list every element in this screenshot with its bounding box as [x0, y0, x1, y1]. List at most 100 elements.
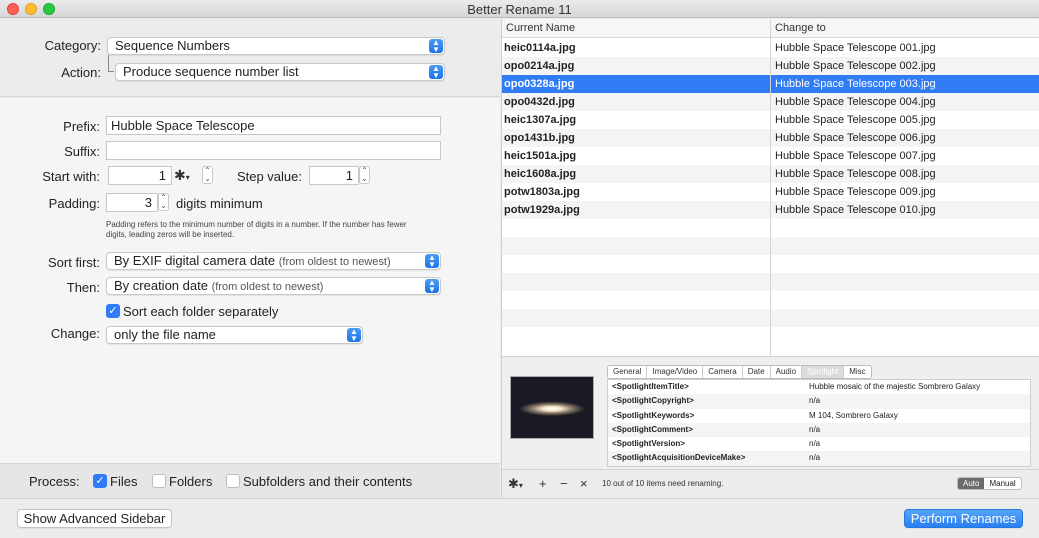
change-to-cell: Hubble Space Telescope 002.jpg: [775, 60, 936, 72]
gear-icon[interactable]: ✱▾: [508, 476, 523, 492]
preview-pane: Current Name Change to heic0114a.jpg Hubb…: [501, 19, 1039, 498]
start-label: Start with:: [42, 169, 100, 184]
current-name-cell: heic1608a.jpg: [504, 168, 577, 180]
tab-audio[interactable]: Audio: [771, 366, 803, 378]
bottom-bar: Show Advanced Sidebar Perform Renames: [0, 498, 1039, 538]
prefix-field[interactable]: Hubble Space Telescope: [106, 116, 441, 135]
category-label: Category:: [44, 38, 101, 53]
auto-manual-toggle: Auto Manual: [957, 477, 1022, 490]
gear-menu-icon[interactable]: ✱▾: [174, 166, 190, 187]
current-name-cell: potw1803a.jpg: [504, 186, 580, 198]
metadata-value: n/a: [809, 424, 821, 434]
padding-note-line1: Padding refers to the minimum number of …: [106, 220, 407, 229]
padding-stepper[interactable]: ⌃ ⌄: [158, 193, 169, 211]
sort-folder-checkbox[interactable]: ✓: [106, 304, 120, 318]
category-popup[interactable]: Sequence Numbers ▲ ▼: [107, 37, 445, 55]
metadata-panel: General Image/Video Camera Date Audio Spotlig…: [502, 356, 1039, 469]
then-popup[interactable]: By creation date (from oldest to newest)…: [106, 277, 441, 295]
tab-imagevideo[interactable]: Image/Video: [647, 366, 704, 378]
chevron-updown-icon: ▲ ▼: [425, 279, 439, 294]
tab-date[interactable]: Date: [743, 366, 771, 378]
tab-camera[interactable]: Camera: [703, 366, 743, 378]
start-field[interactable]: 1: [108, 166, 172, 185]
process-files-checkbox[interactable]: ✓: [93, 474, 107, 488]
list-footer: ✱▾ + − × 10 out of 10 items need renamin…: [502, 469, 1039, 498]
then-label: Then:: [66, 280, 100, 295]
change-to-cell: Hubble Space Telescope 006.jpg: [775, 132, 936, 144]
current-name-cell: opo0432d.jpg: [504, 96, 575, 108]
action-connector: [108, 55, 114, 72]
padding-note: Padding refers to the minimum number of …: [106, 220, 407, 240]
current-name-cell: opo0214a.jpg: [504, 60, 575, 72]
start-stepper[interactable]: ⌃ ⌄: [202, 166, 213, 184]
process-files-label: Files: [110, 474, 138, 489]
metadata-tabs: General Image/Video Camera Date Audio Spotlig…: [607, 365, 872, 379]
current-name-cell: heic0114a.jpg: [504, 42, 576, 54]
column-change-to[interactable]: Change to: [771, 19, 826, 38]
perform-renames-button[interactable]: Perform Renames: [904, 509, 1023, 528]
step-field[interactable]: 1: [309, 166, 359, 185]
image-thumbnail: [510, 376, 594, 439]
process-subfolders-checkbox[interactable]: [226, 474, 240, 488]
padding-note-line2: digits, leading zeros will be inserted.: [106, 230, 235, 239]
change-to-cell: Hubble Space Telescope 010.jpg: [775, 204, 936, 216]
metadata-row: <SpotlightAcquisitionDeviceMake> n/a: [608, 451, 1030, 466]
action-label: Action:: [61, 65, 101, 80]
tab-misc[interactable]: Misc: [844, 366, 870, 378]
sort-folder-label: Sort each folder separately: [123, 304, 279, 319]
step-stepper[interactable]: ⌃ ⌄: [359, 166, 370, 184]
suffix-label: Suffix:: [64, 144, 100, 159]
padding-field[interactable]: 3: [106, 193, 158, 212]
process-folders-checkbox[interactable]: [152, 474, 166, 488]
process-subfolders-label: Subfolders and their contents: [243, 474, 413, 489]
sort-first-popup[interactable]: By EXIF digital camera date (from oldest…: [106, 252, 441, 270]
options-section: Prefix: Hubble Space Telescope Suffix: S…: [0, 98, 500, 463]
status-text: 10 out of 10 items need renaming.: [602, 479, 724, 488]
sort-first-sub: (from oldest to newest): [278, 256, 391, 268]
remove-icon[interactable]: −: [560, 476, 568, 491]
category-section: Category: Sequence Numbers ▲ ▼ Action: Pr…: [0, 19, 500, 97]
metadata-row: <SpotlightCopyright> n/a: [608, 394, 1030, 409]
add-icon[interactable]: +: [539, 476, 547, 491]
metadata-key: <SpotlightVersion>: [612, 439, 685, 449]
process-section: Process: ✓ Files Folders Subfolders and …: [0, 463, 500, 498]
current-name-cell: opo1431b.jpg: [504, 132, 575, 144]
change-to-cell: Hubble Space Telescope 005.jpg: [775, 114, 936, 126]
current-name-cell: heic1307a.jpg: [504, 114, 577, 126]
suffix-field[interactable]: [106, 141, 441, 160]
step-label: Step value:: [236, 169, 302, 184]
metadata-value: Hubble mosaic of the majestic Sombrero G…: [809, 382, 981, 391]
column-divider[interactable]: [770, 19, 771, 356]
change-popup[interactable]: only the file name ▲ ▼: [106, 326, 363, 344]
current-name-cell: opo0328a.jpg: [504, 78, 575, 90]
metadata-key: <SpotlightCopyright>: [612, 396, 694, 406]
metadata-row: <SpotlightItemTitle> Hubble mosaic of the…: [608, 380, 1030, 394]
change-to-cell: Hubble Space Telescope 007.jpg: [775, 150, 936, 162]
sort-first-value: By EXIF digital camera date: [114, 253, 276, 268]
change-label: Change:: [50, 326, 100, 341]
metadata-key: <SpotlightKeywords>: [612, 410, 695, 420]
tab-spotlight[interactable]: Spotlight: [802, 366, 845, 378]
show-advanced-sidebar-button[interactable]: Show Advanced Sidebar: [17, 509, 172, 528]
clear-icon[interactable]: ×: [580, 476, 588, 491]
change-value: only the file name: [114, 327, 216, 342]
then-value: By creation date: [114, 278, 208, 293]
process-folders-label: Folders: [169, 474, 213, 489]
metadata-value: n/a: [809, 453, 821, 463]
action-value: Produce sequence number list: [123, 64, 299, 79]
metadata-key: <SpotlightAcquisitionDeviceMake>: [612, 453, 746, 463]
metadata-row: <SpotlightKeywords> M 104, Sombrero Galax…: [608, 409, 1030, 423]
auto-option[interactable]: Auto: [958, 478, 985, 489]
tab-general[interactable]: General: [608, 366, 648, 378]
metadata-table: <SpotlightItemTitle> Hubble mosaic of the…: [607, 379, 1031, 467]
process-label: Process:: [29, 474, 80, 489]
change-to-cell: Hubble Space Telescope 008.jpg: [775, 168, 936, 180]
column-current-name[interactable]: Current Name: [502, 19, 575, 38]
action-popup[interactable]: Produce sequence number list ▲ ▼: [115, 63, 445, 81]
chevron-updown-icon: ▲ ▼: [347, 328, 361, 343]
metadata-value: M 104, Sombrero Galaxy: [809, 410, 898, 420]
manual-option[interactable]: Manual: [984, 478, 1020, 489]
prefix-label: Prefix:: [63, 119, 100, 134]
metadata-key: <SpotlightComment>: [612, 424, 693, 434]
sort-first-label: Sort first:: [47, 255, 100, 270]
